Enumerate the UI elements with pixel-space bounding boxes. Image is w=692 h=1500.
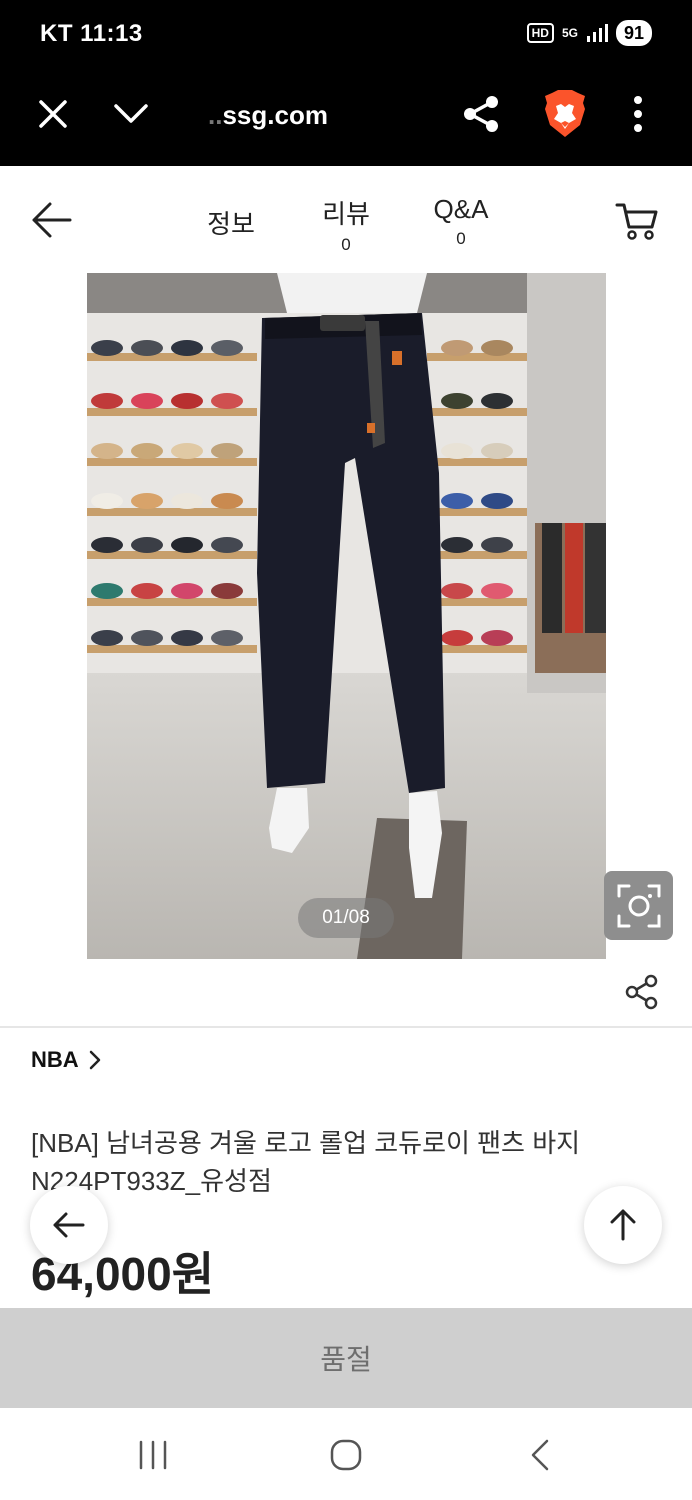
camera-scan-icon <box>617 884 660 927</box>
brave-rewards-button[interactable] <box>539 88 591 140</box>
home-button[interactable] <box>321 1430 371 1480</box>
tab-review[interactable]: 리뷰 0 <box>311 194 381 255</box>
chevron-left-icon <box>531 1439 549 1471</box>
image-search-button[interactable] <box>604 871 673 940</box>
tab-review-count: 0 <box>341 235 351 254</box>
carrier-label: KT <box>40 20 73 47</box>
brand-name: NBA <box>31 1047 79 1072</box>
product-image[interactable] <box>87 273 606 959</box>
cart-button[interactable] <box>614 200 660 242</box>
share-button[interactable] <box>455 88 507 140</box>
more-menu-button[interactable] <box>612 88 664 140</box>
battery-indicator: 91 <box>615 20 652 46</box>
more-vertical-icon <box>634 96 642 132</box>
system-nav-bar <box>0 1408 692 1500</box>
cart-icon <box>615 203 658 240</box>
chevron-right-icon <box>89 1050 100 1070</box>
tab-qna-count: 0 <box>456 229 466 248</box>
brave-lion-icon <box>545 90 585 137</box>
floating-back-button[interactable] <box>30 1186 108 1264</box>
recent-apps-button[interactable] <box>128 1430 178 1480</box>
recent-apps-icon <box>139 1440 167 1470</box>
arrow-up-icon <box>610 1209 636 1241</box>
url-prefix: .. <box>208 100 223 130</box>
status-bar: KT 11:13 HD 5G 91 <box>0 0 692 70</box>
tab-qna-label: Q&A <box>433 194 489 224</box>
status-icons: HD 5G 91 <box>526 20 652 46</box>
close-icon <box>39 100 67 128</box>
product-photo <box>87 273 606 959</box>
share-icon <box>625 974 658 1010</box>
back-button[interactable] <box>30 200 76 240</box>
tab-review-label: 리뷰 <box>322 199 370 229</box>
home-icon <box>330 1439 362 1471</box>
chevron-down-icon <box>114 104 148 123</box>
clock: 11:13 <box>80 20 143 47</box>
product-title: [NBA] 남녀공용 겨울 로고 롤업 코듀로이 팬츠 바지 N224PT933… <box>31 1128 581 1196</box>
url-display[interactable]: ..ssg.com <box>208 100 328 131</box>
arrow-left-icon <box>32 202 72 238</box>
image-counter: 01/08 <box>298 898 394 938</box>
url-domain: ssg.com <box>222 100 328 130</box>
arrow-left-icon <box>53 1212 85 1238</box>
soldout-button[interactable]: 품절 <box>0 1308 692 1408</box>
hd-voice-icon: HD <box>526 23 554 43</box>
scroll-top-button[interactable] <box>584 1186 662 1264</box>
section-divider <box>0 1026 692 1028</box>
tab-qna[interactable]: Q&A 0 <box>421 194 501 249</box>
status-time: KT 11:13 <box>40 20 143 48</box>
brand-link[interactable]: NBA <box>31 1047 101 1073</box>
page-header: 정보 리뷰 0 Q&A 0 <box>0 166 692 272</box>
tab-info-label: 정보 <box>207 209 255 239</box>
browser-toolbar: ..ssg.com <box>0 70 692 166</box>
share-icon <box>464 96 498 132</box>
signal-icon <box>586 24 608 42</box>
close-tab-button[interactable] <box>27 88 79 140</box>
tab-info[interactable]: 정보 <box>196 204 266 241</box>
network-5g-icon: 5G <box>561 26 578 40</box>
product-share-button[interactable] <box>620 970 664 1014</box>
minimize-button[interactable] <box>105 88 157 140</box>
system-back-button[interactable] <box>515 1430 565 1480</box>
